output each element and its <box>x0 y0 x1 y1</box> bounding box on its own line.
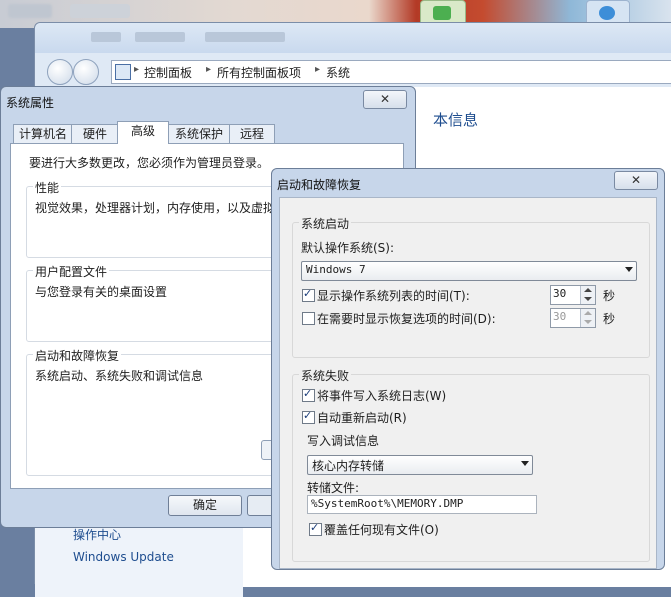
navigation-bar: ▸ 控制面板 ▸ 所有控制面板项 ▸ 系统 <box>43 59 671 85</box>
default-os-value: Windows 7 <box>306 263 366 276</box>
tab-hardware[interactable]: 硬件 <box>71 124 119 143</box>
show-os-list-label: 显示操作系统列表的时间(T): <box>317 289 470 303</box>
group-description: 视觉效果，处理器计划，内存使用，以及虚拟 <box>35 201 276 215</box>
show-recovery-label: 在需要时显示恢复选项的时间(D): <box>317 312 496 326</box>
sidebar-link-windows-update[interactable]: Windows Update <box>73 550 174 564</box>
sidebar-link-action-center[interactable]: 操作中心 <box>73 526 121 543</box>
group-description: 与您登录有关的桌面设置 <box>35 285 168 299</box>
spin-buttons[interactable] <box>580 286 595 304</box>
spin-buttons[interactable] <box>580 309 595 327</box>
show-recovery-checkbox[interactable] <box>302 312 315 325</box>
blurred-text <box>70 4 130 18</box>
seconds-unit: 秒 <box>603 312 616 326</box>
group-title: 启动和故障恢复 <box>33 347 122 364</box>
debug-info-value: 核心内存转储 <box>312 459 385 473</box>
show-os-list-seconds[interactable]: 30 <box>550 285 596 305</box>
default-os-label: 默认操作系统(S): <box>301 241 395 255</box>
dump-file-input[interactable]: %SystemRoot%\MEMORY.DMP <box>307 495 537 514</box>
user-profiles-group: 用户配置文件 与您登录有关的桌面设置 <box>26 263 278 342</box>
dialog-title: 启动和故障恢复 <box>277 178 362 192</box>
dialog-title: 系统属性 <box>6 96 55 110</box>
breadcrumb-chevron-icon[interactable]: ▸ <box>315 64 320 75</box>
tab-advanced[interactable]: 高级 <box>117 121 169 144</box>
dump-file-label: 转储文件: <box>307 481 360 495</box>
system-failure-section: 系统失败 将事件写入系统日志(W) 自动重新启动(R) 写入调试信息 核心内存转… <box>292 367 650 562</box>
close-icon[interactable]: ✕ <box>363 90 407 109</box>
close-icon[interactable]: ✕ <box>614 171 658 190</box>
page-heading: 本信息 <box>433 111 479 129</box>
default-os-select[interactable]: Windows 7 <box>301 261 637 281</box>
auto-restart-checkbox[interactable] <box>302 409 315 424</box>
chevron-down-icon <box>625 267 633 272</box>
group-title: 性能 <box>33 179 62 196</box>
forward-arrow-icon[interactable] <box>73 59 99 85</box>
debug-info-label: 写入调试信息 <box>307 434 380 448</box>
overwrite-checkbox[interactable] <box>309 521 322 536</box>
performance-group: 性能 视觉效果，处理器计划，内存使用，以及虚拟 <box>26 179 278 258</box>
tab-system-protection[interactable]: 系统保护 <box>167 124 231 143</box>
breadcrumb-chevron-icon[interactable]: ▸ <box>134 64 139 75</box>
breadcrumb-chevron-icon[interactable]: ▸ <box>206 64 211 75</box>
section-title: 系统失败 <box>299 367 352 384</box>
system-startup-section: 系统启动 默认操作系统(S): Windows 7 显示操作系统列表的时间(T)… <box>292 215 650 358</box>
group-title: 用户配置文件 <box>33 263 110 280</box>
spin-value: 30 <box>553 287 567 300</box>
write-event-checkbox[interactable] <box>302 387 315 402</box>
tab-computer-name[interactable]: 计算机名 <box>13 124 73 143</box>
seconds-unit: 秒 <box>603 289 616 303</box>
window-caption <box>35 23 671 53</box>
show-os-list-checkbox[interactable] <box>302 287 315 302</box>
chevron-down-icon <box>521 461 529 466</box>
section-title: 系统启动 <box>299 215 352 232</box>
blurred-text <box>8 4 52 18</box>
admin-note: 要进行大多数更改，您必须作为管理员登录。 <box>29 156 270 170</box>
overwrite-label: 覆盖任何现有文件(O) <box>324 523 439 537</box>
address-bar[interactable]: ▸ 控制面板 ▸ 所有控制面板项 ▸ 系统 <box>111 60 671 84</box>
control-panel-icon <box>115 64 131 80</box>
breadcrumb-all-items[interactable]: 所有控制面板项 <box>217 64 301 81</box>
group-description: 系统启动、系统失败和调试信息 <box>35 369 204 383</box>
breadcrumb-system[interactable]: 系统 <box>326 64 350 81</box>
startup-recovery-group: 启动和故障恢复 系统启动、系统失败和调试信息 <box>26 347 278 476</box>
dump-file-value: %SystemRoot%\MEMORY.DMP <box>311 497 464 510</box>
show-recovery-seconds[interactable]: 30 <box>550 308 596 328</box>
back-arrow-icon[interactable] <box>47 59 73 85</box>
spin-value: 30 <box>553 310 567 323</box>
dialog-body: 系统启动 默认操作系统(S): Windows 7 显示操作系统列表的时间(T)… <box>279 197 657 569</box>
startup-recovery-dialog: 启动和故障恢复 ✕ 系统启动 默认操作系统(S): Windows 7 显示操作… <box>271 168 665 570</box>
write-event-label: 将事件写入系统日志(W) <box>317 389 447 403</box>
auto-restart-label: 自动重新启动(R) <box>317 411 407 425</box>
debug-info-select[interactable]: 核心内存转储 <box>307 455 533 475</box>
ok-button[interactable]: 确定 <box>168 495 242 516</box>
tab-remote[interactable]: 远程 <box>229 124 275 143</box>
breadcrumb-control-panel[interactable]: 控制面板 <box>144 64 192 81</box>
